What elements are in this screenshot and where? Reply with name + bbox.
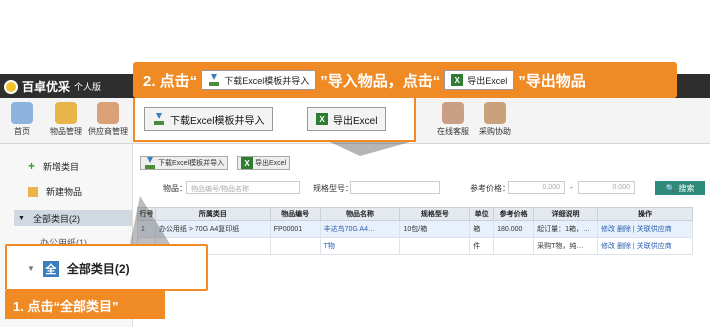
- step2-chip-download: 下载Excel模板并导入: [201, 70, 317, 90]
- cell: [269, 237, 321, 255]
- zoom-panel-category: ▼ 全 全部类目(2): [5, 244, 208, 291]
- cell: 180.000: [493, 220, 535, 238]
- table-row[interactable]: T物 件 采购T物，纯… 修改 删除 | 关联供应商: [137, 237, 693, 255]
- range-dash: -: [570, 183, 573, 192]
- price-max-input[interactable]: 0.000: [578, 181, 635, 194]
- excel-icon: X: [451, 74, 464, 86]
- new-item-button[interactable]: 新建物品: [28, 185, 82, 198]
- box-icon: [55, 102, 77, 124]
- toolbar-suppliers-label: 供应商管理: [88, 127, 128, 136]
- all-categories-label: 全部类目(2): [32, 213, 80, 224]
- category-icon: 全: [42, 260, 59, 277]
- items-table: 行号 所属类目 物品编号 物品名称 规格型号 单位 参考价格 详细说明 操作 1…: [137, 207, 693, 255]
- logo-icon: [4, 79, 18, 94]
- col-header[interactable]: 操作: [597, 207, 693, 221]
- toolbar-suppliers[interactable]: 供应商管理: [88, 102, 128, 137]
- download-template-button[interactable]: 下载Excel模板并导入: [140, 156, 229, 170]
- zoom-all-categories-label: 全部类目(2): [66, 262, 130, 276]
- col-header[interactable]: 物品名称: [319, 207, 401, 221]
- col-header[interactable]: 规格型号: [399, 207, 471, 221]
- logo-text: 百卓优采: [22, 80, 71, 94]
- assist-icon: [484, 102, 506, 124]
- search-button-label: 搜索: [678, 183, 695, 193]
- download-template-label: 下载Excel模板并导入: [158, 160, 225, 167]
- edition-label: 个人版: [74, 82, 102, 92]
- col-header[interactable]: 所属类目: [154, 207, 271, 221]
- cell: FP00001: [269, 220, 321, 238]
- home-icon: [11, 102, 33, 124]
- new-item-label: 新建物品: [46, 187, 83, 197]
- download-icon: [208, 74, 220, 86]
- step2-callout: 2. 点击“ 下载Excel模板并导入 ”导入物品，点击“ X 导出Excel …: [133, 62, 677, 98]
- step2-mid: ”导入物品，点击“: [320, 72, 441, 90]
- zoom-export-label: 导出Excel: [333, 115, 378, 127]
- item-search-input[interactable]: 物品编号/物品名称: [186, 181, 300, 194]
- toolbar-service[interactable]: 在线客服: [433, 102, 473, 137]
- toolbar-items[interactable]: 物品管理: [46, 102, 86, 137]
- cell: 办公用纸 > 70G A4复印纸: [154, 220, 271, 238]
- add-category-label: 新增类目: [43, 161, 80, 172]
- excel-icon: X: [316, 113, 328, 125]
- download-icon: [153, 113, 165, 125]
- item-name-link[interactable]: T物: [319, 237, 401, 255]
- table-row[interactable]: 1 办公用纸 > 70G A4复印纸 FP00001 丰达鸟70G A4… 10…: [137, 220, 693, 238]
- row-actions[interactable]: 修改 删除 | 关联供应商: [597, 237, 693, 255]
- app-logo: 百卓优采 个人版: [4, 78, 101, 95]
- col-header[interactable]: 单位: [469, 207, 495, 221]
- add-category-button[interactable]: + 新增类目: [28, 159, 79, 173]
- spec-input[interactable]: [350, 181, 440, 194]
- step2-prefix: 2. 点击“: [143, 72, 198, 90]
- col-header[interactable]: 参考价格: [493, 207, 535, 221]
- excel-icon: X: [241, 157, 253, 169]
- step2-chip-download-label: 下载Excel模板并导入: [224, 75, 310, 86]
- supplier-icon: [97, 102, 119, 124]
- cell: 件: [469, 237, 495, 255]
- toolbar-assist-label: 采购协助: [479, 127, 511, 136]
- toolbar-service-label: 在线客服: [437, 127, 469, 136]
- col-header[interactable]: 物品编号: [269, 207, 321, 221]
- cell: 箱: [469, 220, 495, 238]
- price-filter-label: 参考价格：: [470, 184, 510, 193]
- zoom-download-label: 下载Excel模板并导入: [170, 115, 265, 127]
- step2-chip-export-label: 导出Excel: [467, 75, 508, 86]
- export-excel-label: 导出Excel: [255, 160, 287, 167]
- cell: 10包/箱: [399, 220, 471, 238]
- step1-callout: 1. 点击“全部类目”: [5, 291, 165, 319]
- service-icon: [442, 102, 464, 124]
- collapse-icon: ▼: [18, 214, 25, 222]
- zoom-panel-buttons: 下载Excel模板并导入 X 导出Excel: [133, 98, 416, 142]
- spec-filter-label: 规格型号：: [313, 184, 353, 193]
- box-icon: [28, 186, 38, 197]
- download-icon: [144, 157, 156, 169]
- zoom-export-excel-button[interactable]: X 导出Excel: [307, 107, 387, 131]
- col-header[interactable]: 详细说明: [533, 207, 599, 221]
- zoom-pointer: [330, 142, 410, 156]
- plus-icon: +: [28, 159, 36, 173]
- toolbar-items-label: 物品管理: [50, 127, 82, 136]
- step2-suffix: ”导出物品: [518, 72, 586, 90]
- sidebar-item-all-categories[interactable]: ▼ 全部类目(2): [14, 210, 132, 226]
- toolbar-home-label: 首页: [14, 127, 30, 136]
- table-header-row: 行号 所属类目 物品编号 物品名称 规格型号 单位 参考价格 详细说明 操作: [137, 207, 693, 221]
- zoom-pointer: [130, 196, 170, 244]
- price-min-input[interactable]: 0.000: [508, 181, 565, 194]
- search-button[interactable]: 🔍 搜索: [655, 181, 705, 195]
- cell: [399, 237, 471, 255]
- cell: [493, 237, 535, 255]
- step2-chip-export: X 导出Excel: [444, 70, 515, 90]
- toolbar-assist[interactable]: 采购协助: [475, 102, 515, 137]
- toolbar-home[interactable]: 首页: [2, 102, 42, 137]
- item-name-link[interactable]: 丰达鸟70G A4…: [319, 220, 401, 238]
- zoom-all-categories[interactable]: ▼ 全 全部类目(2): [27, 260, 130, 277]
- cell: 采购T物，纯…: [533, 237, 599, 255]
- export-excel-button[interactable]: X 导出Excel: [237, 156, 291, 170]
- row-actions[interactable]: 修改 删除 | 关联供应商: [597, 220, 693, 238]
- zoom-download-template-button[interactable]: 下载Excel模板并导入: [144, 107, 274, 131]
- item-filter-label: 物品：: [163, 184, 187, 193]
- cell: 起订量：1箱，…: [533, 220, 599, 238]
- collapse-icon: ▼: [27, 264, 35, 273]
- search-icon: 🔍: [665, 183, 676, 193]
